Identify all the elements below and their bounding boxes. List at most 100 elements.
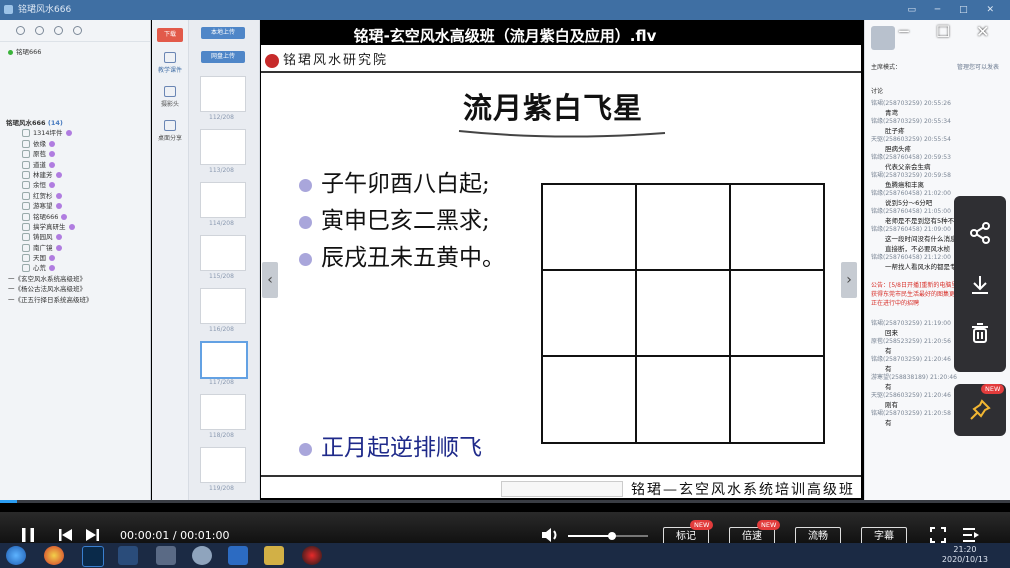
tree-group-name: 一《正五行择日系统高级班》 [8,295,93,304]
tree-member-name: 天国 [33,254,46,263]
bullet-dot-icon [299,215,312,229]
vip-badge-icon [55,234,62,241]
annotation-toolbar[interactable] [501,481,623,497]
slide-thumbnails: 本地上传 网盘上传 112/208 113/208 114/208 115/208 11… [189,20,260,500]
tree-member-name: 道道 [33,160,46,169]
minimize-button[interactable]: ─ [899,22,909,41]
screen-share-icon [164,120,176,131]
vip-badge-icon [55,244,62,251]
screen: 铭珺风水666 ▭ ─ □ ✕ 铭珺666 铭珺风水666 (14) 1314坪… [0,0,1010,568]
tree-member[interactable]: 心荒 [0,263,150,273]
share-icon[interactable] [954,222,1006,248]
start-button-icon[interactable] [6,546,26,565]
tree-group[interactable]: 一《杨公古法风水高级班》 [0,284,150,294]
chat-message-meta: 铭珺(258703259) 20:59:58 [871,172,951,179]
tree-member[interactable]: 天国 [0,253,150,263]
vip-badge-icon [68,223,75,230]
tree-member[interactable]: 铸园风 [0,232,150,242]
trash-icon[interactable] [954,322,1006,348]
slide-title: 流月紫白飞星 [463,91,644,125]
volume-knob[interactable] [608,532,616,540]
tree-root-name: 铭珺风水666 [6,119,46,127]
courseware-label: 教学课件 [157,67,182,74]
close-button[interactable]: ✕ [976,22,989,41]
video-title: 铭珺-玄空风水高级班（流月紫白及应用）.flv [353,27,657,45]
volume-slider[interactable] [568,532,648,540]
tree-group-name: 一《杨公古法风水高级班》 [8,285,86,294]
clock-time: 21:20 [953,545,977,554]
bullet-dot-icon [299,252,312,266]
pin-icon[interactable] [954,399,1006,425]
tree-member[interactable]: 道道 [0,160,150,170]
prev-slide-button[interactable]: ‹ [262,262,278,298]
time-display: 00:00:01 / 00:01:00 [120,529,230,542]
courseware-tool[interactable]: 教学课件 [152,52,188,74]
tree-member[interactable]: 余恒 [0,180,150,190]
photoshop-icon[interactable] [82,546,104,567]
chrome-icon[interactable] [44,546,64,565]
vip-badge-icon [49,265,55,272]
slide-thumbnail[interactable] [200,76,246,112]
progress-bar[interactable] [0,500,1010,503]
bullet-1: 子午卯酉八白起; [299,164,490,198]
user-icon [22,254,30,263]
slide-thumbnail[interactable] [200,182,246,218]
download-icon[interactable] [954,274,1006,300]
next-slide-button[interactable]: › [841,262,857,298]
slide-thumbnail[interactable] [200,447,246,483]
browser-icon[interactable] [192,546,212,565]
chat-message: 铭缘(258703259) 20:55:34 肚子疼 [871,116,1001,135]
word-icon[interactable] [228,546,248,565]
tree-member[interactable]: 1314坪件 [0,128,150,138]
bullet-2-text: 寅申巳亥二黑求; [321,208,490,234]
camera-tool[interactable]: 摄影头 [152,86,188,108]
tree-member[interactable]: 游寒望 [0,201,150,211]
tree-member[interactable]: 林建芳 [0,170,150,180]
app-window-controls[interactable]: ▭ ─ □ ✕ [907,0,1002,20]
tree-member-name: 铸园风 [33,233,53,242]
user-icon [22,264,30,273]
tree-root[interactable]: 铭珺风水666 (14) [0,118,150,128]
tree-member[interactable]: 红贺杉 [0,191,150,201]
bullet-3: 辰戌丑未五黄中。 [299,238,505,272]
slide-thumbnail[interactable] [200,235,246,271]
member-tree: 铭珺风水666 (14) 1314坪件 依缘 原苞 道道 林建芳 余恒 红贺杉 游寒望 铭珺66… [0,118,150,305]
title-underline [458,130,666,138]
slide-thumbnail[interactable] [200,288,246,324]
tree-root-count: (14) [47,119,63,127]
netdisk-upload-button[interactable]: 网盘上传 [201,51,245,63]
speed-new-badge: NEW [757,520,781,530]
header-rule [261,71,861,73]
user-icon [22,181,30,190]
chat-message-meta: 游寒望(258838189) 21:20:46 [871,374,957,381]
user-icon [22,160,30,169]
clock-date: 2020/10/13 [941,555,988,564]
maximize-button[interactable]: ☐ [936,22,950,41]
member-panel: 铭珺666 铭珺风水666 (14) 1314坪件 依缘 原苞 道道 林建芳 余恒 红贺杉游… [0,20,151,500]
clock: 21:20 2020/10/13 [942,545,988,565]
tree-member-name: 心荒 [33,264,46,273]
tree-member[interactable]: 依缘 [0,139,150,149]
volume-fill [568,535,612,537]
tree-member[interactable]: 南广镜 [0,243,150,253]
slide-thumbnail[interactable] [200,129,246,165]
tree-group[interactable]: 一《正五行择日系统高级班》 [0,295,150,305]
tree-member-name: 原苞 [33,150,46,159]
tree-member[interactable]: 原苞 [0,149,150,159]
tree-group[interactable]: 一《玄空风水系统高级班》 [0,274,150,284]
explorer-icon[interactable] [118,546,138,565]
slide-thumbnail[interactable] [200,341,248,379]
slide-thumbnail-number: 116/208 [209,326,234,333]
recorder-icon[interactable] [302,546,322,565]
slide-thumbnail-number: 115/208 [209,273,234,280]
tree-member[interactable]: 搞学真研生 [0,222,150,232]
screen-share-tool[interactable]: 桌面分享 [152,120,188,142]
slide-thumbnail-number: 119/208 [209,485,234,492]
folder-icon[interactable] [264,546,284,565]
app-icon[interactable] [156,546,176,565]
tree-member[interactable]: 铭珺666 [0,212,150,222]
tree-member-name: 游寒望 [33,202,53,211]
courseware-icon [164,52,176,63]
chat-message: 铭缘(258760458) 20:59:53 代表父亲会生病 [871,152,1001,171]
slide-thumbnail[interactable] [200,394,246,430]
